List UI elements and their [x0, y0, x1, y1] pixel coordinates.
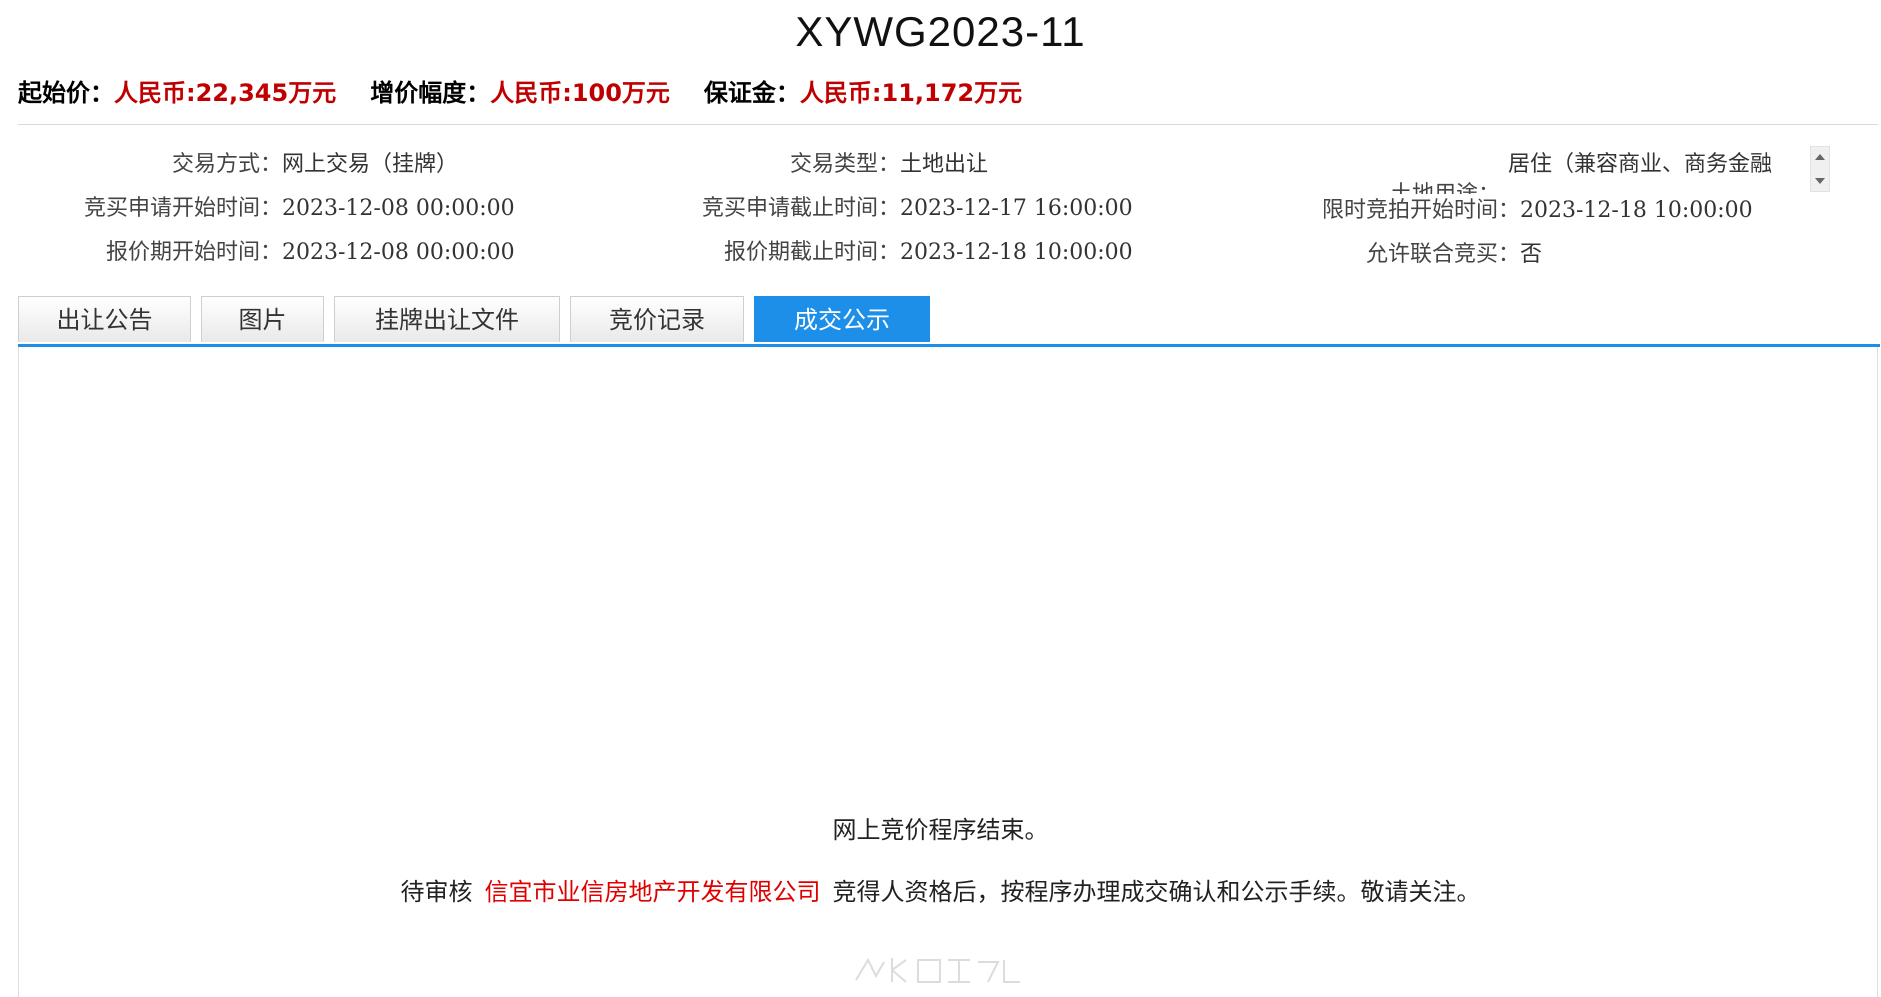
quote-start-time: 报价期开始时间：2023-12-08 00:00:00	[105, 240, 515, 265]
land-use-value: 居住（兼容商业、商务金融	[1508, 152, 1773, 177]
deposit-label: 保证金：	[703, 78, 800, 107]
watermark-logo	[855, 957, 1020, 983]
land-use-scrollbar[interactable]	[1810, 146, 1830, 192]
apply-end-time: 竞买申请截止时间：2023-12-17 16:00:00	[701, 196, 1133, 221]
tab-announcement[interactable]: 出让公告	[18, 296, 191, 342]
triangle-up-icon[interactable]	[1815, 154, 1825, 160]
result-suffix: 竞得人资格后，按程序办理成交确认和公示手续。敬请关注。	[832, 878, 1481, 906]
trade-method: 交易方式：网上交易（挂牌）	[171, 152, 459, 177]
result-prefix: 待审核	[400, 878, 473, 906]
apply-start-time: 竞买申请开始时间：2023-12-08 00:00:00	[83, 196, 515, 221]
triangle-down-icon[interactable]	[1815, 178, 1825, 184]
result-message: 待审核 信宜市业信房地产开发有限公司 竞得人资格后，按程序办理成交确认和公示手续。敬…	[0, 872, 1881, 907]
tab-images[interactable]: 图片	[201, 296, 324, 342]
increment-value: 人民币:100万元	[490, 78, 670, 107]
joint-bid: 允许联合竞买：否	[1365, 242, 1543, 267]
deposit-value: 人民币:11,172万元	[799, 78, 1023, 107]
price-summary: 起始价： 人民币:22,345万元 增价幅度： 人民币:100万元 保证金： 人…	[18, 72, 1022, 108]
start-price-label: 起始价：	[18, 78, 114, 107]
tab-listing-documents[interactable]: 挂牌出让文件	[334, 296, 560, 342]
trade-type: 交易类型：土地出让	[789, 152, 989, 177]
timed-bid-start-time: 限时竞拍开始时间：2023-12-18 10:00:00	[1321, 198, 1753, 223]
quote-end-time: 报价期截止时间：2023-12-18 10:00:00	[723, 240, 1133, 265]
land-use-field[interactable]: 土地用途： 居住（兼容商业、商务金融	[1390, 148, 1820, 194]
bidding-ended-message: 网上竞价程序结束。	[832, 816, 1049, 844]
increment-label: 增价幅度：	[370, 78, 491, 107]
page-title: XYWG2023-11	[795, 8, 1086, 55]
winner-company: 信宜市业信房地产开发有限公司	[484, 878, 821, 906]
start-price-value: 人民币:22,345万元	[114, 78, 337, 107]
tab-bid-records[interactable]: 竞价记录	[570, 296, 744, 342]
land-use-label: 土地用途：	[1390, 176, 1500, 194]
tab-deal-publicity[interactable]: 成交公示	[754, 296, 930, 342]
divider	[18, 124, 1878, 125]
